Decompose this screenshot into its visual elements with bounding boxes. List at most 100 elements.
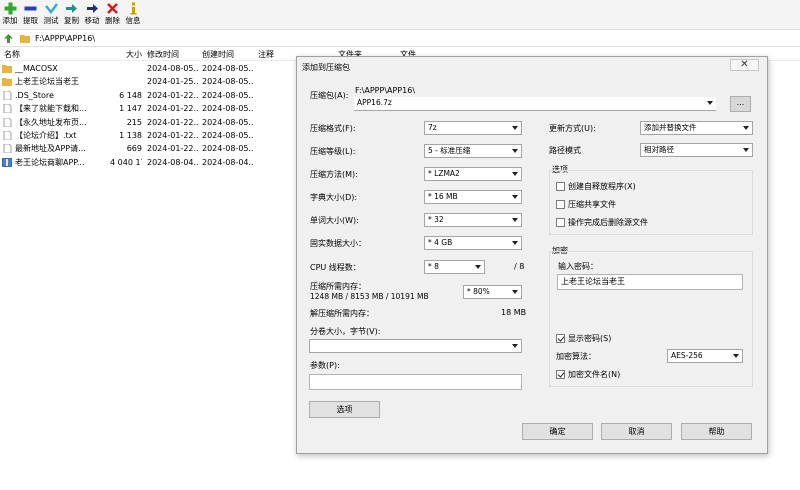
word-size-value: * 32 [428,215,444,224]
folder-icon [20,35,30,43]
compress-shared-label: 压缩共享文件 [568,200,616,209]
update-mode-select[interactable]: 添加并替换文件 [640,121,753,135]
list-item[interactable]: 【论坛介绍】.txt 1 138 2024-01-22... 2024-08-0… [0,129,300,142]
file-created: 2024-08-05... [202,104,254,114]
list-item[interactable]: 上老王论坛当老王 2024-01-25... 2024-08-05... [0,75,300,88]
chevron-down-icon [733,354,739,358]
file-modified: 2024-01-22... [147,90,199,100]
help-button[interactable]: 帮助 [681,423,752,440]
list-item[interactable]: 最新地址及APP请... 669 2024-01-22... 2024-08-0… [0,142,300,155]
method-value: * LZMA2 [428,169,460,178]
dictionary-select[interactable]: * 16 MB [424,190,522,204]
options-button[interactable]: 选项 [309,401,380,418]
compress-shared-checkbox[interactable]: 压缩共享文件 [556,199,616,210]
format-select[interactable]: 7z [424,121,522,135]
up-folder-icon[interactable] [2,33,14,45]
chevron-down-icon [512,195,518,199]
parameters-input[interactable] [309,374,522,390]
ok-button[interactable]: 确定 [522,423,593,440]
cancel-button[interactable]: 取消 [601,423,672,440]
list-item[interactable]: 老王论坛商聊APP... 4 040 171 1... 2024-08-04..… [0,156,300,169]
chevron-down-icon [512,290,518,294]
password-input[interactable]: 上老王论坛当老王 [557,274,743,290]
solid-size-select[interactable]: * 4 GB [424,236,522,250]
method-select[interactable]: * LZMA2 [424,167,522,181]
minus-icon [23,1,38,15]
column-header-name[interactable]: 名称 [4,48,112,61]
extract-label: 提取 [23,16,38,25]
chevron-down-icon [512,126,518,130]
file-modified: 2024-01-22... [147,104,199,114]
threads-label: CPU 线程数： [310,263,361,272]
archive-label: 压缩包(A): [310,91,349,100]
copy-button[interactable]: 复制 [62,0,82,30]
show-password-checkbox[interactable]: 显示密码(S) [556,333,611,344]
list-item[interactable]: 【永久地址发布页... 215 2024-01-22... 2024-08-05… [0,116,300,129]
encryption-method-label: 加密算法： [556,352,596,361]
word-size-select[interactable]: * 32 [424,213,522,227]
split-volume-select[interactable] [309,339,522,353]
browse-button[interactable]: ... [730,96,751,112]
split-volume-label: 分卷大小，字节(V): [310,327,381,336]
file-modified: 2024-08-04... [147,157,199,167]
memory-select[interactable]: * 80% [463,285,522,299]
chevron-down-icon [707,101,713,105]
encrypt-filenames-checkbox[interactable]: 加密文件名(N) [556,369,620,380]
threads-total: / 8 [514,262,525,271]
test-button[interactable]: 测试 [41,0,61,30]
file-created: 2024-08-05... [202,77,254,87]
format-label: 压缩格式(F): [310,124,356,133]
file-name: 老王论坛商聊APP... [15,157,85,167]
arrow-right-icon [85,1,100,15]
close-button[interactable]: ✕ [730,59,759,71]
chevron-down-icon [475,265,481,269]
file-name: .DS_Store [15,90,54,100]
file-modified: 2024-01-22... [147,131,199,140]
address-path[interactable]: F:\APPP\APP16\ [35,34,95,43]
delete-button[interactable]: 删除 [103,0,123,30]
file-modified: 2024-01-22... [147,144,199,154]
file-name: 上老王论坛当老王 [15,77,79,87]
delete-after-checkbox[interactable]: 操作完成后删除源文件 [556,217,648,228]
list-item[interactable]: __MACOSX 2024-08-05... 2024-08-05... [0,62,300,75]
file-modified: 2024-01-22... [147,117,199,127]
add-label: 添加 [2,16,18,25]
file-modified: 2024-01-25... [147,77,199,87]
memory-value: * 80% [467,287,490,296]
chevron-down-icon [512,172,518,176]
arrow-right-double-icon [64,1,79,15]
file-name: 【永久地址发布页... [15,117,87,127]
chevron-down-icon [512,149,518,153]
list-item[interactable]: .DS_Store 6 148 2024-01-22... 2024-08-05… [0,89,300,102]
format-value: 7z [428,123,437,132]
chevron-down-icon [512,241,518,245]
column-header-size[interactable]: 大小 [110,48,142,61]
chevron-down-icon [743,148,749,152]
folder-icon [2,65,12,73]
list-item[interactable]: 【来了就能下载和... 1 147 2024-01-22... 2024-08-… [0,102,300,115]
column-header-created[interactable]: 创建时间 [202,48,254,61]
archive-name-combo[interactable]: APP16.7z [354,97,716,111]
threads-select[interactable]: * 8 [424,260,485,274]
add-to-archive-dialog: 添加到压缩包 ✕ 压缩包(A): F:\APPP\APP16\ APP16.7z… [296,56,768,454]
file-size: 6 148 [119,90,142,100]
create-sfx-checkbox[interactable]: 创建自释放程序(X) [556,181,636,192]
add-button[interactable]: 添加 [0,0,20,30]
column-header-modified[interactable]: 修改时间 [147,48,199,61]
level-label: 压缩等级(L): [310,147,356,156]
extract-button[interactable]: 提取 [21,0,41,30]
move-button[interactable]: 移动 [82,0,102,30]
info-button[interactable]: 信息 [123,0,143,30]
file-modified: 2024-08-05... [147,64,199,73]
file-size: 4 040 171 1... [110,157,142,167]
encryption-method-select[interactable]: AES-256 [667,349,743,363]
memory-detail: 1248 MB / 8153 MB / 10191 MB [310,292,429,301]
file-created: 2024-08-05... [202,64,254,73]
address-bar: F:\APPP\APP16\ [0,31,800,47]
archive-directory: F:\APPP\APP16\ [355,86,416,95]
path-mode-select[interactable]: 相对路径 [640,143,753,157]
password-label: 输入密码： [558,262,598,271]
level-select[interactable]: 5 - 标准压缩 [424,144,522,158]
level-value: 5 - 标准压缩 [428,146,471,155]
decompress-memory-value: 18 MB [501,308,527,317]
